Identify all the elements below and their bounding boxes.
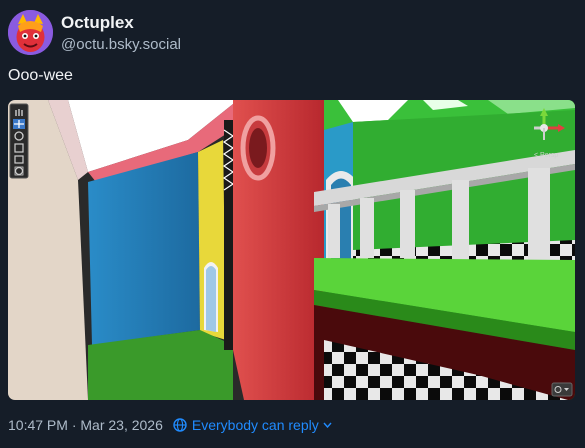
post-text: Ooo-wee [8,67,73,84]
post-meta: 10:47 PM · Mar 23, 2026 Everybody can re… [8,416,332,434]
gizmo-label: < Persp [534,152,558,159]
red-devil-avatar-icon [8,10,53,55]
move-tool-icon [13,119,25,129]
chevron-down-icon [323,422,332,428]
reply-setting-button[interactable]: Everybody can reply [173,417,332,433]
reply-setting-label: Everybody can reply [191,417,319,433]
game-scene-screenshot: < Persp [8,100,575,400]
author-handle[interactable]: @octu.bsky.social [61,36,181,53]
author-avatar[interactable] [8,10,53,55]
hand-tool-icon [13,107,25,117]
author-display-name[interactable]: Octuplex [61,13,134,33]
globe-icon [173,418,187,432]
post-timestamp[interactable]: 10:47 PM · Mar 23, 2026 [8,417,163,433]
camera-settings-icon [551,382,573,397]
post-image[interactable]: < Persp [8,100,575,400]
